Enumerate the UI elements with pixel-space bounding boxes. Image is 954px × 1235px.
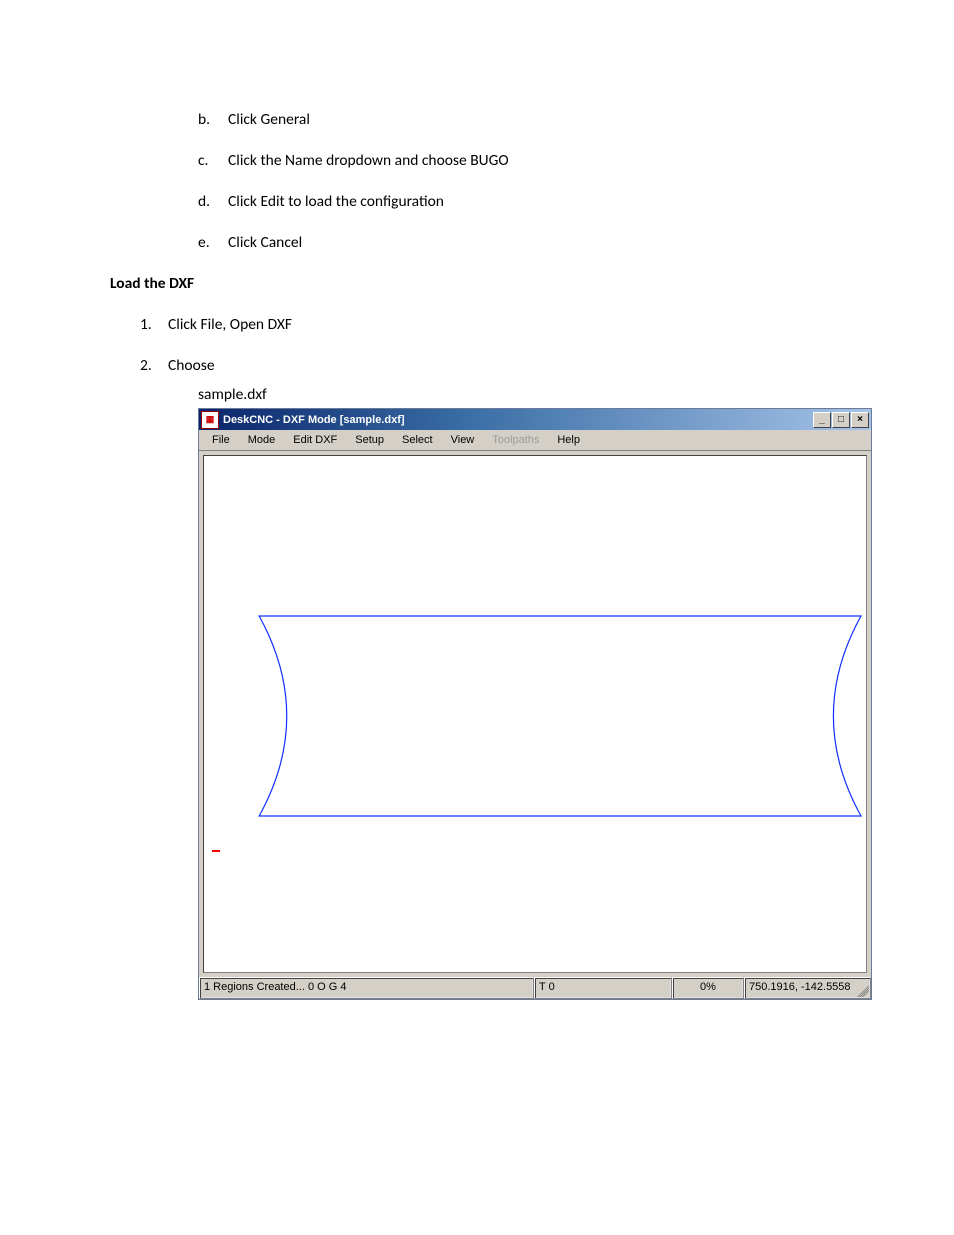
statusbar: 1 Regions Created... 0 O G 4 T 0 0% 750.…	[199, 977, 871, 999]
window-title: DeskCNC - DXF Mode [sample.dxf]	[223, 414, 813, 426]
step-marker: d.	[198, 192, 228, 211]
num-marker: 2.	[140, 356, 168, 375]
menubar: File Mode Edit DXF Setup Select View Too…	[199, 430, 871, 451]
minimize-button[interactable]: _	[813, 412, 831, 428]
app-icon: ▦	[201, 411, 219, 429]
step-text: Click Edit to load the configuration	[228, 192, 444, 211]
num-marker: 1.	[140, 315, 168, 334]
step-d: d. Click Edit to load the configuration	[198, 192, 854, 211]
step-text: Click General	[228, 110, 310, 129]
resize-grip-icon[interactable]	[857, 985, 869, 997]
step-marker: e.	[198, 233, 228, 252]
status-regions: 1 Regions Created... 0 O G 4	[199, 977, 534, 999]
step-b: b. Click General	[198, 110, 854, 129]
titlebar[interactable]: ▦ DeskCNC - DXF Mode [sample.dxf] _ □ ×	[199, 409, 871, 430]
menu-mode[interactable]: Mode	[239, 432, 285, 448]
menu-help[interactable]: Help	[548, 432, 589, 448]
close-button[interactable]: ×	[851, 412, 869, 428]
step-marker: c.	[198, 151, 228, 170]
menu-file[interactable]: File	[203, 432, 239, 448]
menu-setup[interactable]: Setup	[346, 432, 393, 448]
app-window: ▦ DeskCNC - DXF Mode [sample.dxf] _ □ × …	[198, 408, 872, 1000]
menu-editdxf[interactable]: Edit DXF	[284, 432, 346, 448]
sample-filename: sample.dxf	[198, 385, 854, 404]
status-percent: 0%	[672, 977, 744, 999]
num-step-2: 2. Choose	[140, 356, 854, 375]
step-text: Click the Name dropdown and choose BUGO	[228, 151, 509, 170]
step-e: e. Click Cancel	[198, 233, 854, 252]
step-c: c. Click the Name dropdown and choose BU…	[198, 151, 854, 170]
section-heading: Load the DXF	[110, 274, 854, 293]
step-text: Click Cancel	[228, 233, 302, 252]
num-step-1: 1. Click File, Open DXF	[140, 315, 854, 334]
status-coords: 750.1916, -142.5558	[744, 977, 871, 999]
menu-select[interactable]: Select	[393, 432, 442, 448]
num-text: Choose	[168, 356, 215, 375]
step-marker: b.	[198, 110, 228, 129]
menu-toolpaths: Toolpaths	[483, 432, 548, 448]
num-text: Click File, Open DXF	[168, 315, 292, 334]
maximize-button[interactable]: □	[832, 412, 850, 428]
drawing-canvas[interactable]	[203, 455, 867, 973]
menu-view[interactable]: View	[442, 432, 484, 448]
status-tool: T 0	[534, 977, 672, 999]
